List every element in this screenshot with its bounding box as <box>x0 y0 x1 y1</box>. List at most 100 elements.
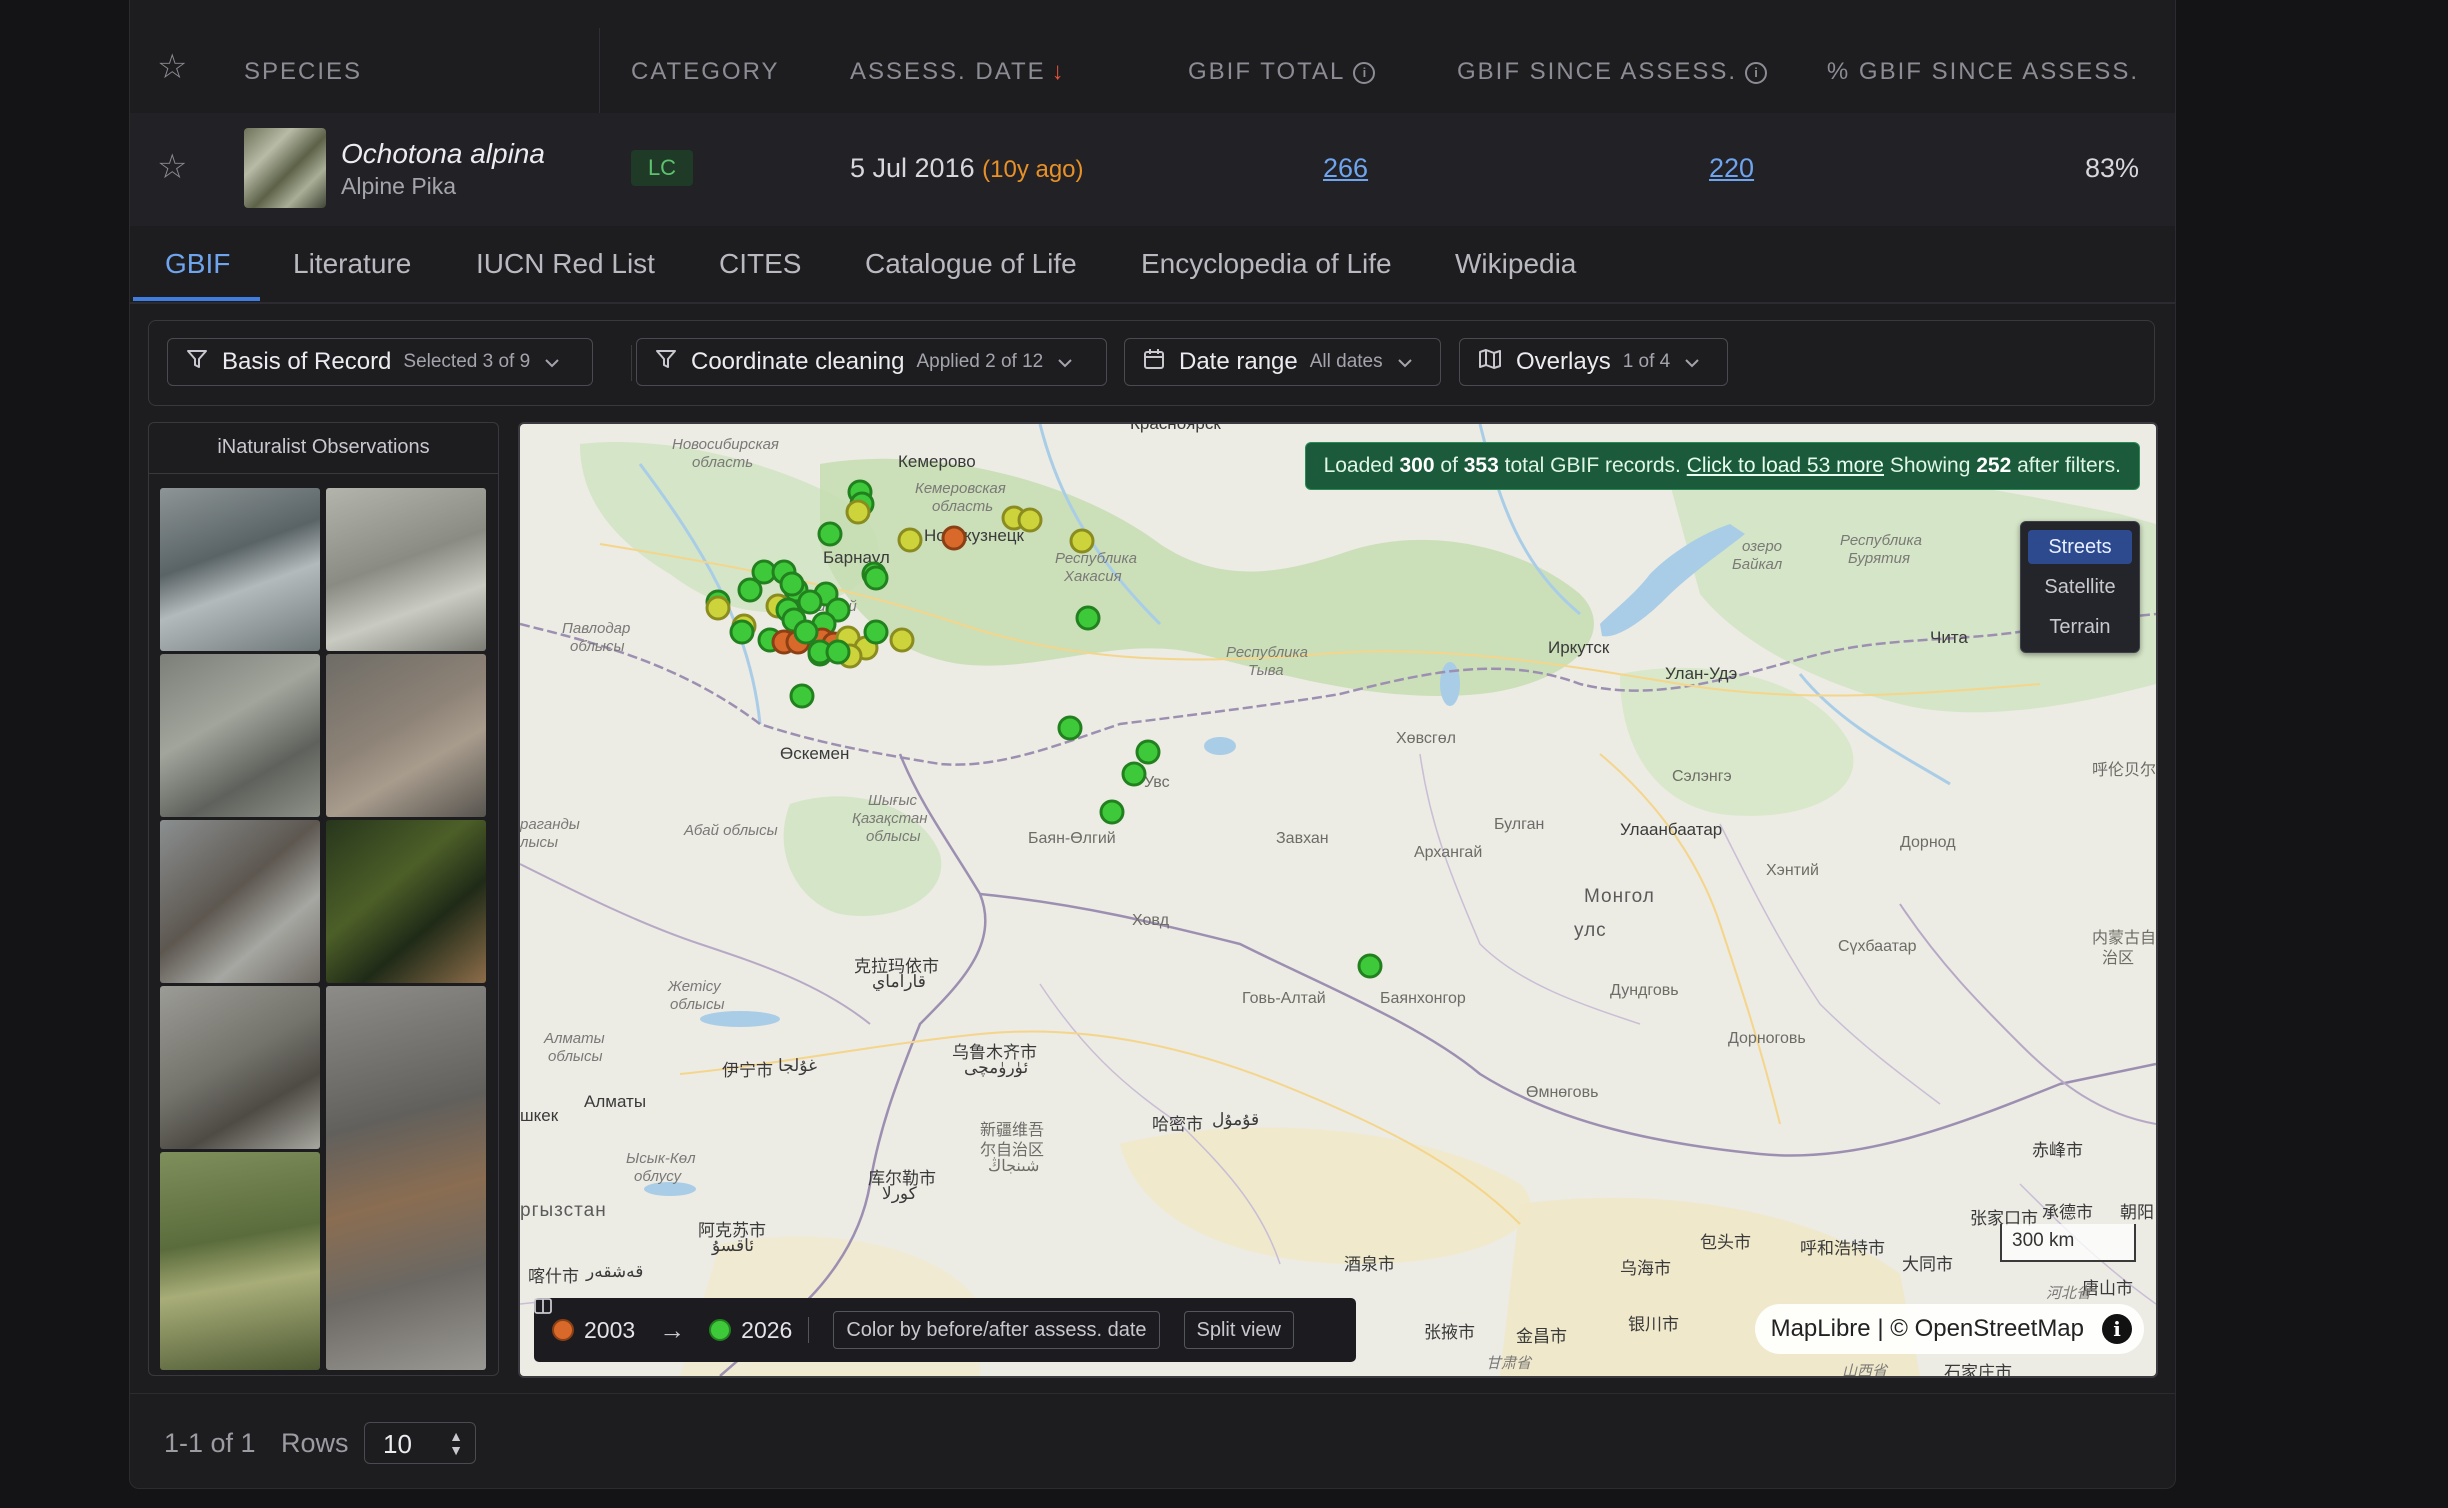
assess-date: 5 Jul 2016 (10y ago) <box>850 153 1084 184</box>
sort-desc-icon: ↓ <box>1051 58 1064 85</box>
map-label-shijiazhuang: 石家庄市 <box>1944 1363 2012 1378</box>
map-label-tyva2: Тыва <box>1248 662 1284 679</box>
gbif-since-link[interactable]: 220 <box>1709 153 1754 184</box>
chevron-down-icon <box>1397 352 1413 373</box>
tab-gbif[interactable]: GBIF <box>165 248 230 280</box>
col-pct-since[interactable]: % GBIF SINCE ASSESS. <box>1827 58 2139 86</box>
map-label-yining: 伊宁市 <box>722 1061 773 1080</box>
observation-photo[interactable] <box>160 986 320 1149</box>
map-label-jinchang: 金昌市 <box>1516 1327 1567 1346</box>
info-icon[interactable]: i <box>1353 62 1376 84</box>
map-label-omnogovi: Өмнөговь <box>1526 1084 1599 1101</box>
map-label-datong: 大同市 <box>1902 1255 1953 1274</box>
species-scientific-name[interactable]: Ochotona alpina <box>341 138 545 170</box>
map-label-kashgar: 喀什市 <box>528 1267 579 1286</box>
map-label-issyk: Ысык-Көл <box>626 1150 696 1167</box>
layer-terrain[interactable]: Terrain <box>2028 610 2132 644</box>
map-label-wuhai: 乌海市 <box>1620 1259 1671 1278</box>
species-thumbnail <box>244 128 326 208</box>
pagination-info: 1-1 of 1 <box>164 1428 256 1458</box>
tab-encyclopedia-of-life[interactable]: Encyclopedia of Life <box>1141 248 1392 280</box>
map-label-bayankhongor: Баянхонгор <box>1380 990 1466 1007</box>
layer-satellite[interactable]: Satellite <box>2028 570 2132 604</box>
col-species[interactable]: SPECIES <box>244 58 362 86</box>
observation-photo[interactable] <box>326 986 486 1370</box>
map-label-buryatia: Республика <box>1840 532 1922 549</box>
map-label-tyva: Республика <box>1226 644 1308 661</box>
observation-photo[interactable] <box>326 654 486 817</box>
map-label-ulaangom: Увс <box>1144 774 1170 791</box>
map-label-khovsgol: Хөвсгөл <box>1396 730 1456 747</box>
map-label-dundgovi: Дундговь <box>1610 982 1679 999</box>
rows-per-page-label: Rows <box>281 1428 349 1458</box>
tab-literature[interactable]: Literature <box>293 248 411 280</box>
layer-streets[interactable]: Streets <box>2028 530 2132 564</box>
map-label-buryatia2: Бурятия <box>1848 550 1910 567</box>
observation-photo[interactable] <box>160 654 320 817</box>
map-label-urumqi2: ئۈرۈمچى <box>964 1058 1029 1077</box>
observation-photo[interactable] <box>326 488 486 651</box>
tab-iucn-red-list[interactable]: IUCN Red List <box>476 248 655 280</box>
star-icon[interactable]: ☆ <box>157 150 187 184</box>
col-category[interactable]: CATEGORY <box>631 58 779 86</box>
map-label-east-kz2: Қазақстан <box>852 810 928 827</box>
tab-wikipedia[interactable]: Wikipedia <box>1455 248 1576 280</box>
map-label-chita: Чита <box>1930 628 1968 647</box>
occurrence-map[interactable]: Красноярск Новосибирская область Кемеров… <box>518 422 2158 1378</box>
map-label-hulunbuir: 呼伦贝尔 <box>2092 762 2157 779</box>
legend-to-year: 2026 <box>741 1316 793 1343</box>
observation-photo[interactable] <box>326 820 486 983</box>
tab-catalogue-of-life[interactable]: Catalogue of Life <box>865 248 1077 280</box>
col-gbif-since[interactable]: GBIF SINCE ASSESS. i <box>1457 58 1768 86</box>
status-total-count: 353 <box>1463 454 1499 477</box>
observation-photo[interactable] <box>160 1152 320 1370</box>
rows-per-page-select[interactable]: 10 ▲ ▼ <box>364 1422 476 1464</box>
chevron-down-icon <box>1684 352 1700 373</box>
map-label-east-kz3: облысы <box>866 828 921 845</box>
basis-of-record-sub: Selected 3 of 9 <box>403 351 531 372</box>
load-more-link[interactable]: Click to load 53 more <box>1687 454 1884 477</box>
map-label-chengde: 承德市 <box>2042 1203 2093 1222</box>
map-label-abai: Абай облысы <box>684 822 778 839</box>
info-icon[interactable]: i <box>1745 62 1768 84</box>
species-common-name: Alpine Pika <box>341 173 457 199</box>
attribution-text[interactable]: MapLibre | © OpenStreetMap <box>1771 1304 2084 1354</box>
date-range-filter[interactable]: Date range All dates <box>1124 338 1441 386</box>
overlays-filter[interactable]: Overlays 1 of 4 <box>1459 338 1728 386</box>
table-header: ☆ SPECIES CATEGORY ASSESS. DATE ↓ GBIF TO… <box>130 28 2175 113</box>
col-gbif-total[interactable]: GBIF TOTAL i <box>1188 58 1376 86</box>
coordinate-cleaning-filter[interactable]: Coordinate cleaning Applied 2 of 12 <box>636 338 1107 386</box>
active-tab-indicator <box>133 297 260 301</box>
map-label-khakasia: Республика <box>1055 550 1137 567</box>
map-label-barnaul: Барнаул <box>823 548 890 567</box>
split-view-button[interactable]: Split view <box>534 1298 1294 1349</box>
basis-of-record-filter[interactable]: Basis of Record Selected 3 of 9 <box>167 338 593 386</box>
map-label-kyrgyzstan: ргызстан <box>520 1200 607 1221</box>
map-label-gansu: 甘肃省 <box>1486 1355 1532 1372</box>
star-all-icon[interactable]: ☆ <box>157 50 187 84</box>
observation-photo[interactable] <box>160 820 320 983</box>
col-gbif-total-label: GBIF TOTAL <box>1188 58 1346 85</box>
map-label-bayan-olgii: Баян-Өлгий <box>1028 830 1116 847</box>
map-label-bulgan: Булган <box>1494 816 1545 833</box>
map-attribution[interactable]: MapLibre | © OpenStreetMap i <box>1754 1304 2144 1354</box>
col-assess-date[interactable]: ASSESS. DATE ↓ <box>850 58 1064 86</box>
tab-cites[interactable]: CITES <box>719 248 801 280</box>
color-by-assess-date-button[interactable]: Color by before/after assess. date <box>833 1311 1160 1349</box>
map-label-ulan-ude: Улан-Удэ <box>1665 664 1738 683</box>
map-label-dornogovi: Дорноговь <box>1728 1030 1806 1047</box>
info-icon[interactable]: i <box>2102 1314 2132 1344</box>
map-label-novosibirsk-obl2: область <box>692 454 754 471</box>
map-label-arkhangai: Архангай <box>1414 844 1483 861</box>
map-label-mongolia2: улс <box>1574 920 1607 941</box>
status-after: after filters. <box>2017 454 2121 477</box>
map-label-almaty: Алматы <box>584 1092 647 1111</box>
calendar-icon <box>1143 348 1165 376</box>
gbif-total-link[interactable]: 266 <box>1323 153 1368 184</box>
observation-photo[interactable] <box>160 488 320 651</box>
map-label-baikal: озеро <box>1742 538 1783 555</box>
after-dot-icon <box>709 1319 732 1341</box>
basis-of-record-label: Basis of Record <box>222 348 392 375</box>
rows-per-page-value: 10 <box>383 1429 412 1459</box>
map-label-selenge: Сэлэнгэ <box>1672 768 1732 785</box>
